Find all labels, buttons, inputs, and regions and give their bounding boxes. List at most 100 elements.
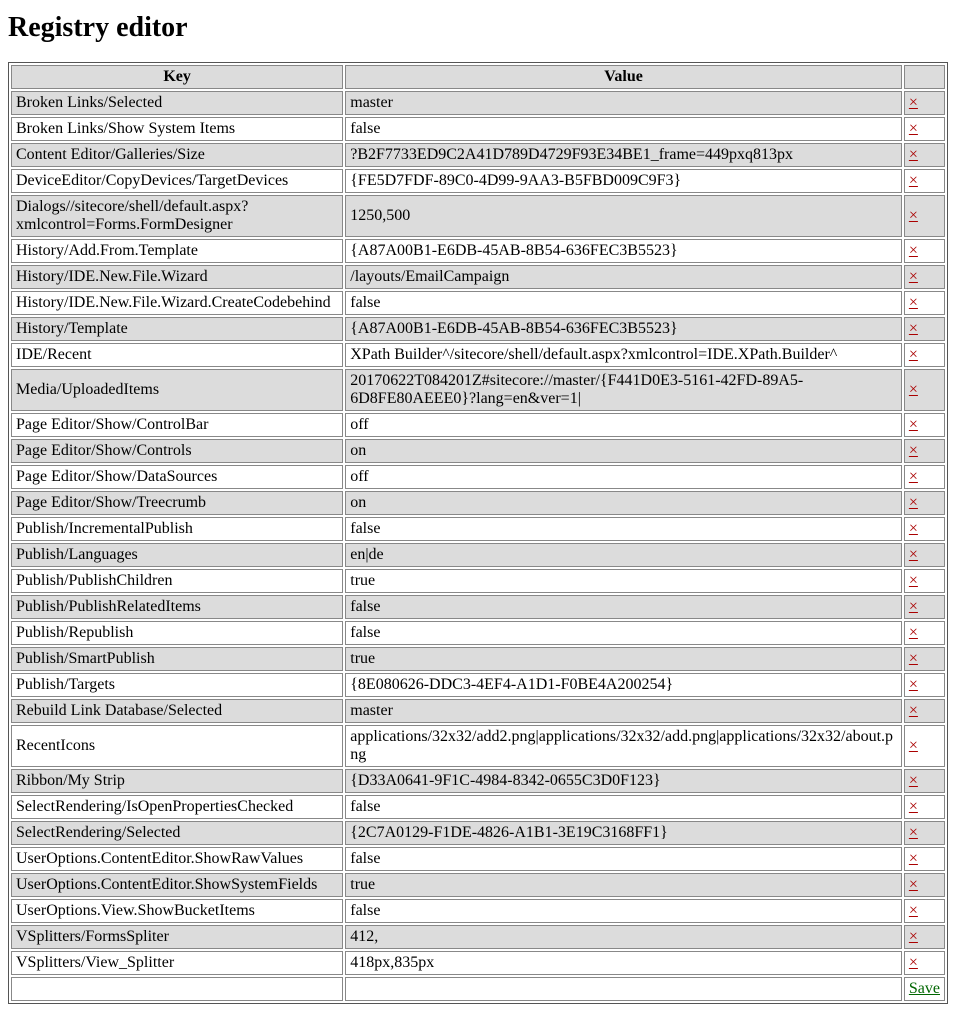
registry-key: IDE/Recent: [11, 343, 343, 367]
table-row: History/IDE.New.File.Wizard.CreateCodebe…: [11, 291, 945, 315]
action-cell: ×: [904, 343, 945, 367]
delete-icon[interactable]: ×: [909, 346, 918, 363]
table-row: Content Editor/Galleries/Size?B2F7733ED9…: [11, 143, 945, 167]
registry-table: Key Value Broken Links/Selectedmaster×Br…: [8, 62, 948, 1004]
delete-icon[interactable]: ×: [909, 520, 918, 537]
registry-key: Publish/Targets: [11, 673, 343, 697]
footer-key-empty: [11, 977, 343, 1001]
registry-value: en|de: [345, 543, 902, 567]
registry-key: UserOptions.ContentEditor.ShowSystemFiel…: [11, 873, 343, 897]
delete-icon[interactable]: ×: [909, 294, 918, 311]
action-cell: ×: [904, 725, 945, 767]
table-row: Rebuild Link Database/Selectedmaster×: [11, 699, 945, 723]
registry-key: Ribbon/My Strip: [11, 769, 343, 793]
delete-icon[interactable]: ×: [909, 572, 918, 589]
table-row: Ribbon/My Strip{D33A0641-9F1C-4984-8342-…: [11, 769, 945, 793]
delete-icon[interactable]: ×: [909, 624, 918, 641]
delete-icon[interactable]: ×: [909, 928, 918, 945]
delete-icon[interactable]: ×: [909, 381, 918, 398]
action-cell: ×: [904, 569, 945, 593]
action-cell: ×: [904, 265, 945, 289]
delete-icon[interactable]: ×: [909, 650, 918, 667]
action-cell: ×: [904, 699, 945, 723]
registry-key: DeviceEditor/CopyDevices/TargetDevices: [11, 169, 343, 193]
delete-icon[interactable]: ×: [909, 320, 918, 337]
registry-key: VSplitters/View_Splitter: [11, 951, 343, 975]
delete-icon[interactable]: ×: [909, 468, 918, 485]
table-row: Publish/Languagesen|de×: [11, 543, 945, 567]
action-cell: ×: [904, 647, 945, 671]
delete-icon[interactable]: ×: [909, 207, 918, 224]
delete-icon[interactable]: ×: [909, 146, 918, 163]
registry-key: Publish/Republish: [11, 621, 343, 645]
action-cell: ×: [904, 517, 945, 541]
table-row: VSplitters/FormsSpliter412,×: [11, 925, 945, 949]
action-cell: ×: [904, 673, 945, 697]
registry-value: false: [345, 291, 902, 315]
delete-icon[interactable]: ×: [909, 546, 918, 563]
table-row: Page Editor/Show/DataSourcesoff×: [11, 465, 945, 489]
action-cell: ×: [904, 795, 945, 819]
delete-icon[interactable]: ×: [909, 598, 918, 615]
delete-icon[interactable]: ×: [909, 954, 918, 971]
action-cell: ×: [904, 439, 945, 463]
registry-value: false: [345, 117, 902, 141]
registry-key: History/Add.From.Template: [11, 239, 343, 263]
delete-icon[interactable]: ×: [909, 242, 918, 259]
registry-value: {FE5D7FDF-89C0-4D99-9AA3-B5FBD009C9F3}: [345, 169, 902, 193]
delete-icon[interactable]: ×: [909, 876, 918, 893]
delete-icon[interactable]: ×: [909, 737, 918, 754]
registry-key: VSplitters/FormsSpliter: [11, 925, 343, 949]
delete-icon[interactable]: ×: [909, 772, 918, 789]
delete-icon[interactable]: ×: [909, 824, 918, 841]
delete-icon[interactable]: ×: [909, 902, 918, 919]
delete-icon[interactable]: ×: [909, 94, 918, 111]
action-cell: ×: [904, 769, 945, 793]
registry-value: false: [345, 899, 902, 923]
registry-value: on: [345, 491, 902, 515]
table-row: Broken Links/Show System Itemsfalse ×: [11, 117, 945, 141]
registry-key: UserOptions.View.ShowBucketItems: [11, 899, 343, 923]
table-row: Publish/PublishRelatedItemsfalse×: [11, 595, 945, 619]
delete-icon[interactable]: ×: [909, 850, 918, 867]
registry-value: applications/32x32/add2.png|applications…: [345, 725, 902, 767]
registry-key: History/IDE.New.File.Wizard: [11, 265, 343, 289]
registry-key: Media/UploadedItems: [11, 369, 343, 411]
delete-icon[interactable]: ×: [909, 268, 918, 285]
delete-icon[interactable]: ×: [909, 494, 918, 511]
delete-icon[interactable]: ×: [909, 416, 918, 433]
registry-value: 1250,500: [345, 195, 902, 237]
delete-icon[interactable]: ×: [909, 798, 918, 815]
delete-icon[interactable]: ×: [909, 702, 918, 719]
registry-value: /layouts/EmailCampaign: [345, 265, 902, 289]
table-row: History/Add.From.Template{A87A00B1-E6DB-…: [11, 239, 945, 263]
action-cell: ×: [904, 291, 945, 315]
table-row: Media/UploadedItems20170622T084201Z#site…: [11, 369, 945, 411]
action-cell: ×: [904, 369, 945, 411]
registry-key: Broken Links/Show System Items: [11, 117, 343, 141]
action-cell: ×: [904, 847, 945, 871]
table-row: DeviceEditor/CopyDevices/TargetDevices{F…: [11, 169, 945, 193]
delete-icon[interactable]: ×: [909, 442, 918, 459]
registry-key: Page Editor/Show/DataSources: [11, 465, 343, 489]
delete-icon[interactable]: ×: [909, 120, 918, 137]
action-cell: ×: [904, 899, 945, 923]
table-row: UserOptions.ContentEditor.ShowSystemFiel…: [11, 873, 945, 897]
registry-value: true: [345, 873, 902, 897]
action-cell: ×: [904, 465, 945, 489]
table-row: RecentIconsapplications/32x32/add2.png|a…: [11, 725, 945, 767]
delete-icon[interactable]: ×: [909, 676, 918, 693]
action-cell: ×: [904, 239, 945, 263]
delete-icon[interactable]: ×: [909, 172, 918, 189]
table-row: Publish/Republishfalse×: [11, 621, 945, 645]
registry-key: Publish/PublishRelatedItems: [11, 595, 343, 619]
table-row: Page Editor/Show/ControlBaroff×: [11, 413, 945, 437]
header-row: Key Value: [11, 65, 945, 89]
registry-key: History/IDE.New.File.Wizard.CreateCodebe…: [11, 291, 343, 315]
registry-value: true: [345, 647, 902, 671]
save-button[interactable]: Save: [909, 980, 940, 997]
table-row: SelectRendering/IsOpenPropertiesCheckedf…: [11, 795, 945, 819]
registry-value: ?B2F7733ED9C2A41D789D4729F93E34BE1_frame…: [345, 143, 902, 167]
registry-key: Publish/PublishChildren: [11, 569, 343, 593]
registry-key: UserOptions.ContentEditor.ShowRawValues: [11, 847, 343, 871]
